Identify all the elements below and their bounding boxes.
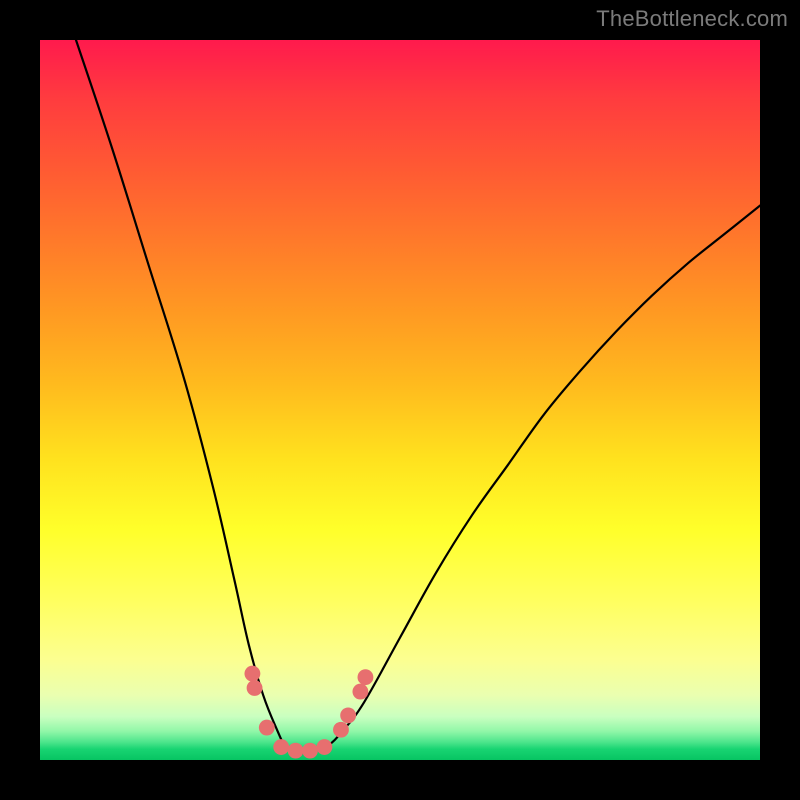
curve-marker xyxy=(259,720,275,736)
curve-marker xyxy=(340,707,356,723)
curve-marker xyxy=(273,739,289,755)
curve-marker xyxy=(247,680,263,696)
plot-area xyxy=(40,40,760,760)
curve-marker xyxy=(352,684,368,700)
chart-frame: TheBottleneck.com xyxy=(0,0,800,800)
curve-marker xyxy=(316,739,332,755)
curve-marker xyxy=(358,669,374,685)
curve-markers xyxy=(244,666,373,759)
bottleneck-curve xyxy=(76,40,760,753)
chart-svg xyxy=(40,40,760,760)
curve-marker xyxy=(333,722,349,738)
curve-marker xyxy=(302,743,318,759)
curve-marker xyxy=(288,743,304,759)
curve-marker xyxy=(244,666,260,682)
watermark-text: TheBottleneck.com xyxy=(596,6,788,32)
